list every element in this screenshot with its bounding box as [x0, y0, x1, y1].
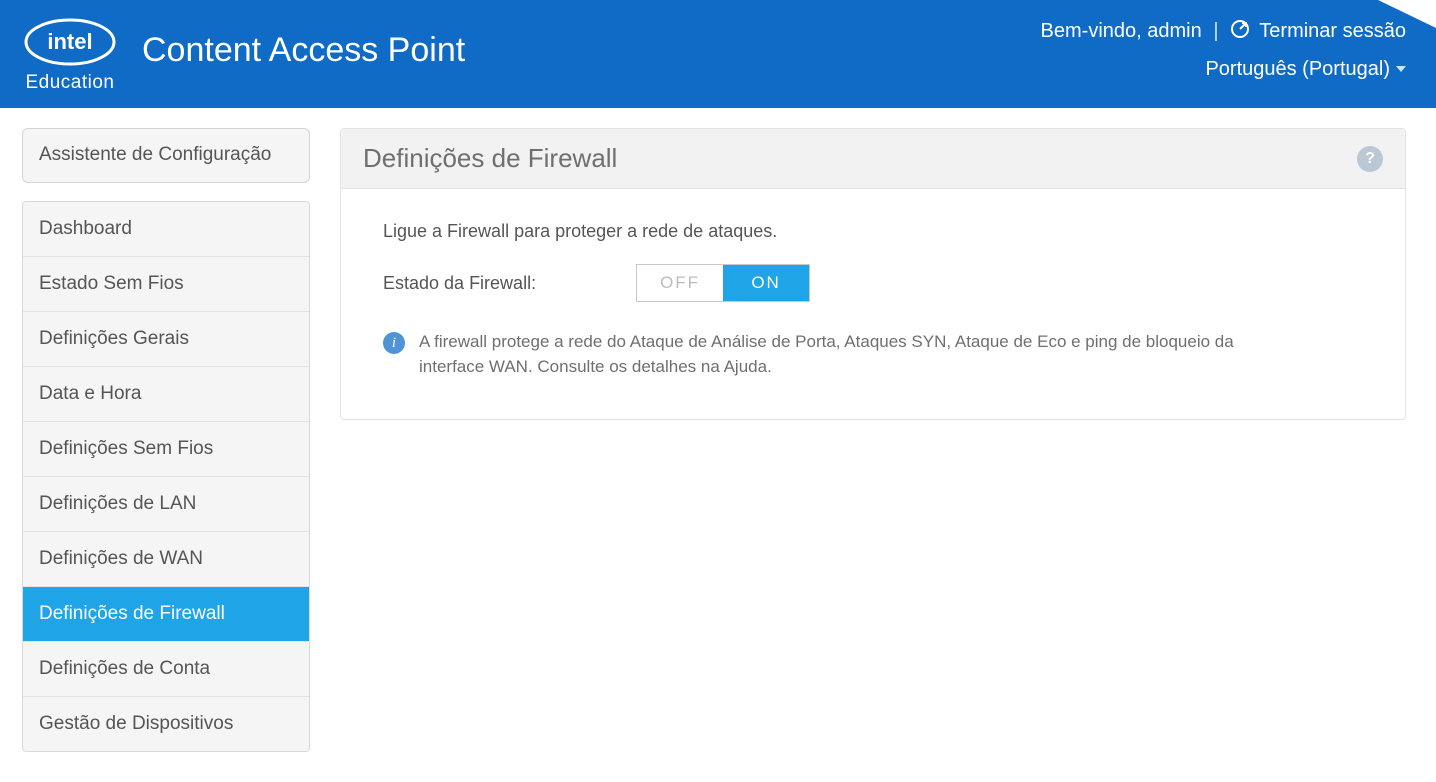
sidebar-item-7[interactable]: Definições de Firewall [23, 586, 309, 641]
firewall-status-row: Estado da Firewall: OFF ON [383, 264, 1363, 302]
panel-body: Ligue a Firewall para proteger a rede de… [341, 189, 1405, 419]
info-row: i A firewall protege a rede do Ataque de… [383, 330, 1243, 379]
svg-text:intel: intel [47, 29, 92, 54]
welcome-text: Bem-vindo, admin [1041, 20, 1202, 42]
language-label: Português (Portugal) [1205, 51, 1390, 87]
toggle-off-option: OFF [637, 265, 723, 301]
info-text: A firewall protege a rede do Ataque de A… [419, 330, 1243, 379]
header-right: Bem-vindo, admin | Terminar sessão Portu… [1041, 13, 1406, 87]
toggle-on-option: ON [723, 265, 809, 301]
logo-block: intel Education Content Access Point [22, 16, 465, 94]
logo-subtext: Education [25, 72, 114, 94]
sidebar-item-5[interactable]: Definições de LAN [23, 476, 309, 531]
sidebar-item-9[interactable]: Gestão de Dispositivos [23, 696, 309, 751]
sidebar-item-8[interactable]: Definições de Conta [23, 641, 309, 696]
instruction-text: Ligue a Firewall para proteger a rede de… [383, 221, 1363, 242]
panel-header: Definições de Firewall ? [341, 129, 1405, 189]
sidebar-item-1[interactable]: Estado Sem Fios [23, 256, 309, 311]
app-header: intel Education Content Access Point Bem… [0, 0, 1436, 108]
nav-menu: DashboardEstado Sem FiosDefinições Gerai… [22, 201, 310, 752]
firewall-toggle[interactable]: OFF ON [636, 264, 810, 302]
main-layout: Assistente de Configuração DashboardEsta… [0, 108, 1436, 782]
language-selector[interactable]: Português (Portugal) [1205, 51, 1406, 87]
help-button[interactable]: ? [1357, 146, 1383, 172]
content-panel: Definições de Firewall ? Ligue a Firewal… [340, 128, 1406, 420]
sidebar-item-0[interactable]: Dashboard [23, 202, 309, 256]
sidebar-item-3[interactable]: Data e Hora [23, 366, 309, 421]
logout-icon [1230, 15, 1250, 51]
chevron-down-icon [1396, 66, 1406, 72]
logout-link[interactable]: Terminar sessão [1230, 20, 1406, 42]
logout-label: Terminar sessão [1259, 20, 1406, 42]
info-icon: i [383, 332, 405, 354]
sidebar: Assistente de Configuração DashboardEsta… [22, 128, 310, 752]
intel-logo-icon: intel [22, 16, 118, 68]
app-title: Content Access Point [142, 31, 465, 70]
intel-education-logo: intel Education [22, 16, 118, 94]
sidebar-item-4[interactable]: Definições Sem Fios [23, 421, 309, 476]
separator: | [1213, 20, 1218, 42]
sidebar-item-6[interactable]: Definições de WAN [23, 531, 309, 586]
config-wizard-button[interactable]: Assistente de Configuração [22, 128, 310, 183]
sidebar-item-2[interactable]: Definições Gerais [23, 311, 309, 366]
page-title: Definições de Firewall [363, 143, 617, 174]
firewall-status-label: Estado da Firewall: [383, 273, 536, 294]
